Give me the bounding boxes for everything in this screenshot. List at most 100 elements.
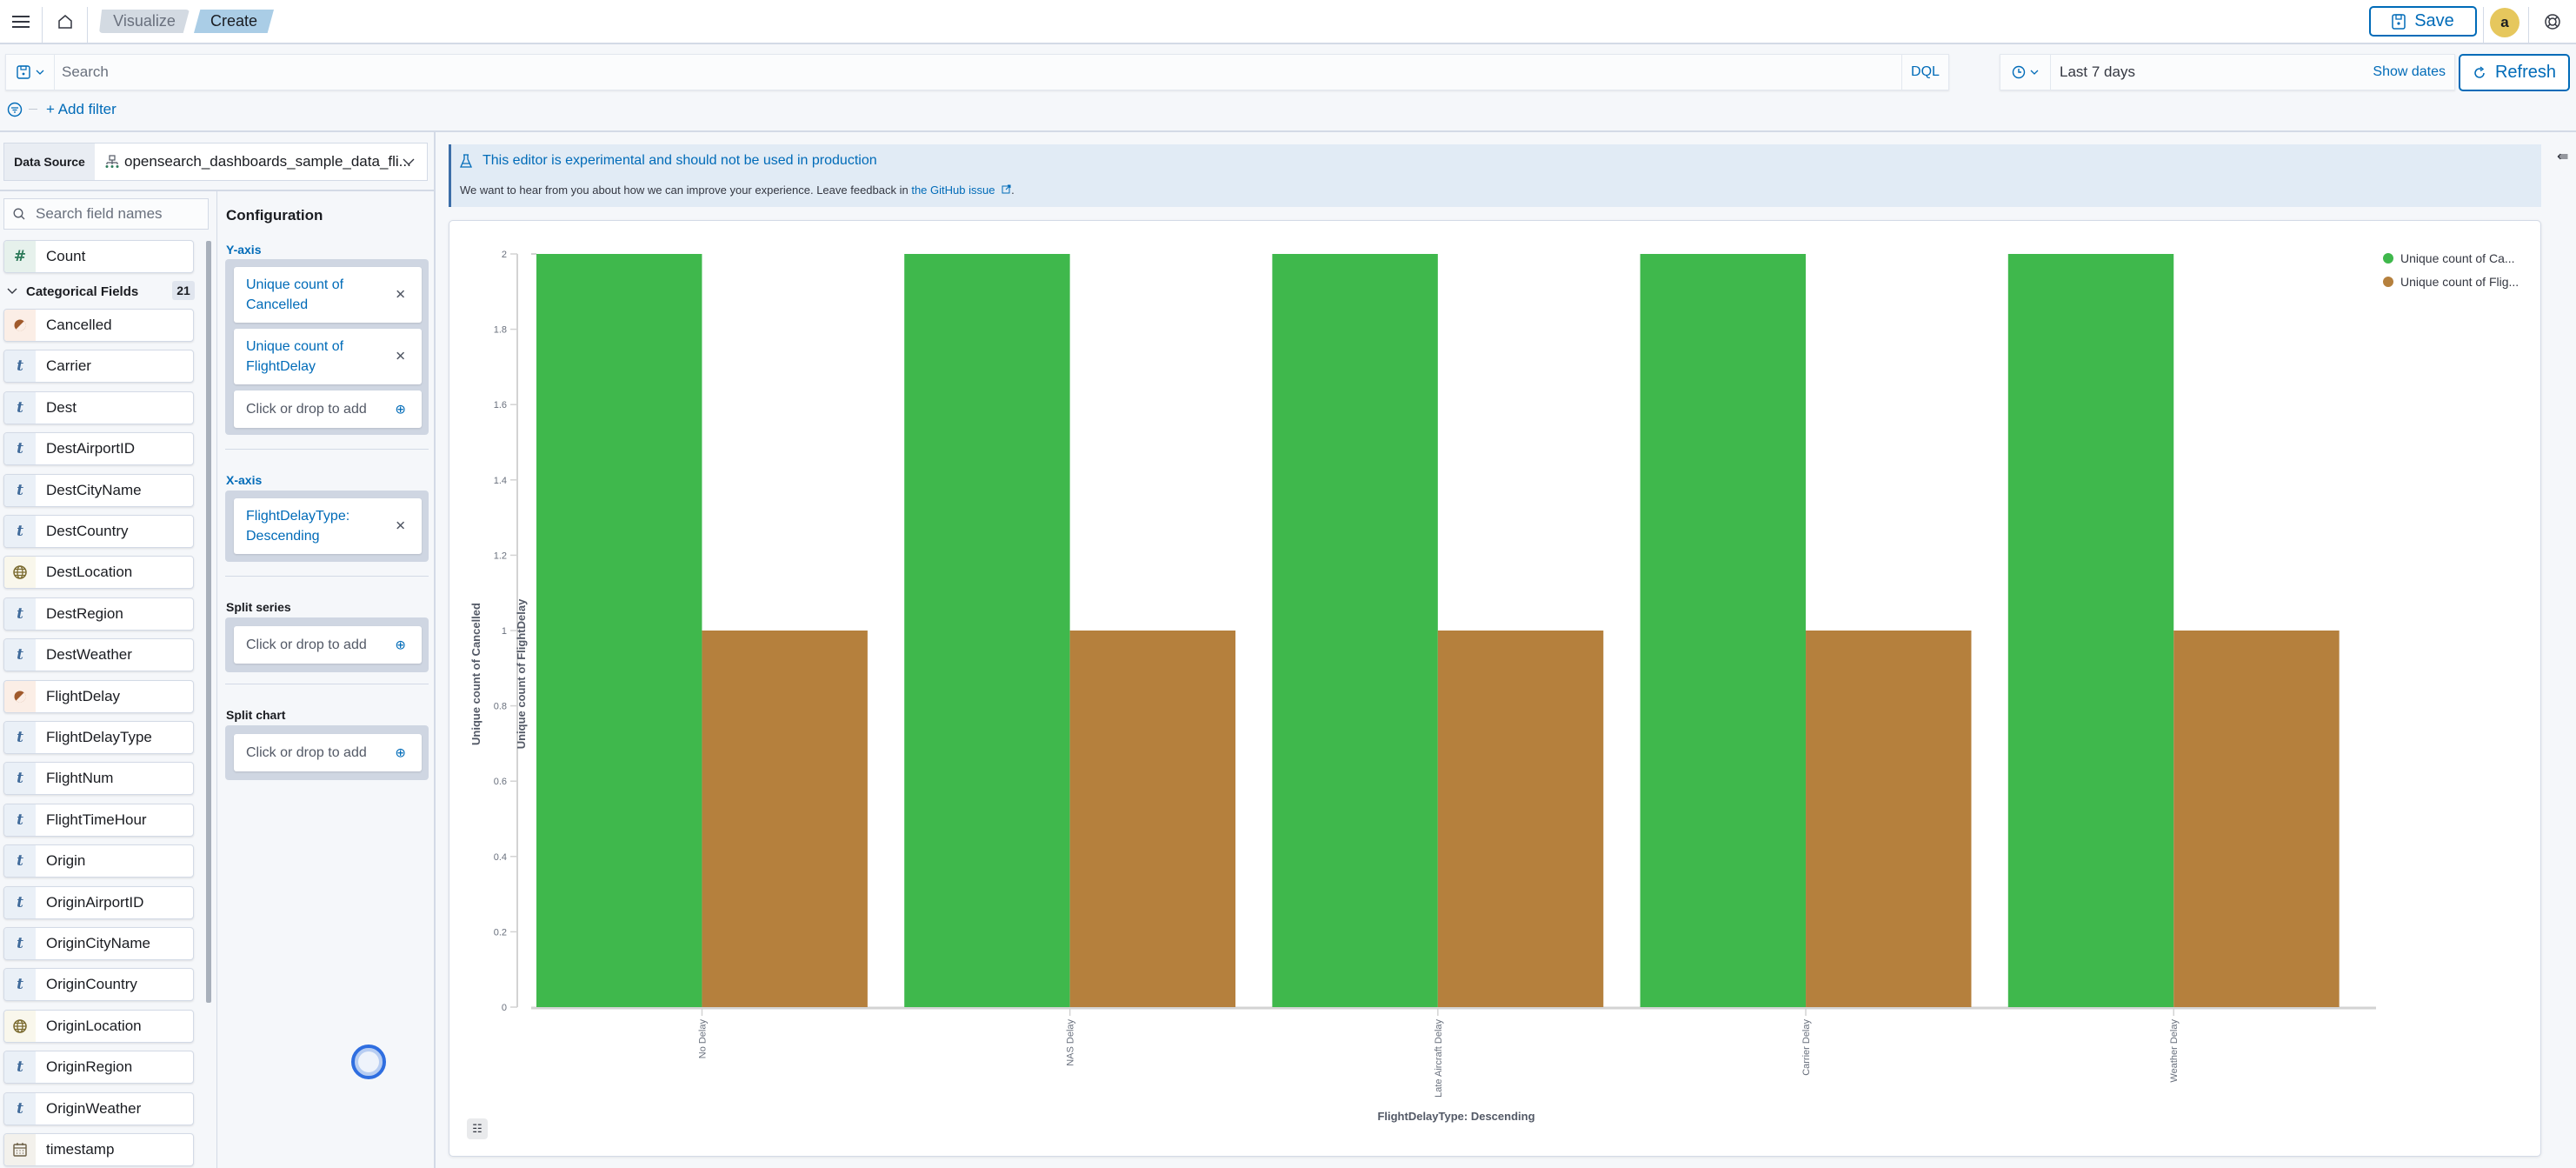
field-item[interactable]: t Carrier [3, 350, 194, 384]
boolean-type-icon [14, 691, 26, 703]
x-axis-title: FlightDelayType: Descending [1377, 1110, 1534, 1123]
data-source-dropdown[interactable] [403, 143, 415, 180]
table-view-toggle[interactable]: ☷ [467, 1118, 488, 1139]
split-series-add[interactable]: Click or drop to add ⊕ [234, 626, 422, 664]
external-link-icon [1002, 184, 1011, 194]
string-type-icon: t [17, 398, 23, 417]
string-type-icon: t [17, 481, 23, 499]
field-item[interactable]: t DestWeather [3, 638, 194, 672]
show-dates-link[interactable]: Show dates [2373, 55, 2446, 90]
x-tick-label: No Delay [697, 1019, 708, 1059]
add-filter-button[interactable]: + Add filter [46, 94, 116, 125]
add-circle-icon: ⊕ [395, 402, 406, 417]
field-item[interactable]: t OriginAirportID [3, 885, 194, 919]
y-axis-add[interactable]: Click or drop to add ⊕ [234, 390, 422, 428]
field-name: Cancelled [46, 317, 112, 333]
field-item[interactable]: t FlightDelayType [3, 721, 194, 754]
field-item[interactable]: t OriginCityName [3, 927, 194, 960]
field-item[interactable]: FlightDelay [3, 679, 194, 713]
save-button[interactable]: Save [2369, 6, 2477, 37]
field-type-badge [4, 1134, 36, 1165]
menu-button[interactable] [3, 0, 38, 43]
field-item[interactable]: t Origin [3, 844, 194, 878]
search-input[interactable]: Search [62, 55, 109, 90]
x-axis-item[interactable]: FlightDelayType: Descending ✕ [234, 498, 422, 554]
y-tick-label: 1.2 [494, 551, 507, 561]
field-item[interactable]: # Count [3, 240, 194, 273]
github-issue-link[interactable]: the GitHub issue [911, 184, 995, 197]
categorical-fields-count: 21 [172, 281, 195, 300]
field-name: DestAirportID [46, 440, 136, 457]
field-item[interactable]: t DestRegion [3, 597, 194, 631]
categorical-fields-header[interactable]: Categorical Fields 21 [7, 278, 195, 304]
help-lifebuoy-icon [2545, 14, 2560, 30]
field-item[interactable]: DestLocation [3, 556, 194, 590]
help-button[interactable] [2533, 0, 2572, 43]
saved-queries-button[interactable] [6, 55, 55, 90]
y-axis-item-cancelled[interactable]: Unique count of Cancelled ✕ [234, 267, 422, 323]
field-name: DestLocation [46, 564, 133, 581]
refresh-button[interactable]: Refresh [2459, 54, 2570, 91]
bar-cancelled [904, 254, 1070, 1007]
x-tick-label: Late Aircraft Delay [1434, 1019, 1444, 1098]
string-type-icon: t [17, 935, 23, 952]
save-disk-icon [16, 65, 30, 79]
remove-icon[interactable]: ✕ [395, 517, 406, 537]
field-item[interactable]: t DestCountry [3, 515, 194, 548]
bar-flightdelay [1069, 631, 1236, 1007]
split-chart-dropzone: Click or drop to add ⊕ [225, 725, 429, 780]
query-language-button[interactable]: DQL [1901, 55, 1948, 90]
field-item[interactable]: Cancelled [3, 309, 194, 342]
bar-flightdelay [2173, 631, 2340, 1007]
field-item[interactable]: t DestAirportID [3, 432, 194, 466]
field-item[interactable]: t FlightTimeHour [3, 803, 194, 837]
legend-color-dot [2383, 276, 2393, 287]
divider [225, 449, 429, 450]
user-avatar[interactable]: a [2490, 8, 2519, 37]
string-type-icon: t [17, 604, 23, 623]
date-range-value[interactable]: Last 7 days [2060, 55, 2135, 90]
field-item[interactable]: t DestCityName [3, 473, 194, 507]
home-button[interactable] [45, 0, 85, 43]
filter-icon[interactable] [7, 102, 23, 117]
field-name: FlightTimeHour [46, 811, 147, 828]
y-tick-label: 0.8 [494, 702, 507, 712]
field-item[interactable]: t OriginCountry [3, 968, 194, 1002]
string-type-icon: t [17, 976, 23, 994]
legend-item[interactable]: Unique count of Ca... [2383, 246, 2519, 270]
y-tick-label: 0.4 [494, 852, 507, 863]
field-item[interactable]: t OriginWeather [3, 1091, 194, 1125]
breadcrumb-visualize[interactable]: Visualize [99, 10, 190, 33]
collapse-panel-icon[interactable]: ⇚ [2557, 148, 2568, 165]
callout-body: We want to hear from you about how we ca… [460, 184, 912, 197]
string-type-icon: t [17, 1099, 23, 1118]
add-circle-icon: ⊕ [395, 637, 406, 652]
home-icon [58, 15, 72, 29]
field-item[interactable]: t OriginRegion [3, 1051, 194, 1085]
y-axis-item-flightdelay[interactable]: Unique count of FlightDelay ✕ [234, 329, 422, 384]
chart-legend: Unique count of Ca... Unique count of Fli… [2383, 246, 2519, 293]
remove-icon[interactable]: ✕ [395, 285, 406, 305]
hamburger-icon [12, 16, 30, 28]
legend-label: Unique count of Ca... [2400, 250, 2515, 265]
divider [87, 7, 88, 43]
split-chart-add[interactable]: Click or drop to add ⊕ [234, 734, 422, 771]
field-name: DestCityName [46, 481, 142, 498]
field-item[interactable]: t Dest [3, 390, 194, 424]
field-search-placeholder: Search field names [36, 205, 163, 222]
legend-item[interactable]: Unique count of Flig... [2383, 270, 2519, 293]
field-name: timestamp [46, 1141, 115, 1158]
field-search-input[interactable]: Search field names [3, 198, 209, 230]
data-source-label: Data Source [4, 143, 95, 180]
left-panel: Data Source opensearch_dashboards_sample… [0, 132, 436, 1168]
y-tick-label: 0 [502, 1003, 507, 1013]
string-type-icon: t [17, 852, 23, 871]
field-item[interactable]: t FlightNum [3, 762, 194, 796]
quick-menu-button[interactable] [2000, 55, 2051, 90]
field-item[interactable]: OriginLocation [3, 1009, 194, 1043]
data-source-selector[interactable]: Data Source opensearch_dashboards_sample… [3, 143, 428, 181]
list-icon: ☷ [472, 1122, 483, 1135]
field-item[interactable]: timestamp [3, 1133, 194, 1166]
remove-icon[interactable]: ✕ [395, 347, 406, 367]
field-list-scrollbar[interactable] [206, 241, 211, 1003]
